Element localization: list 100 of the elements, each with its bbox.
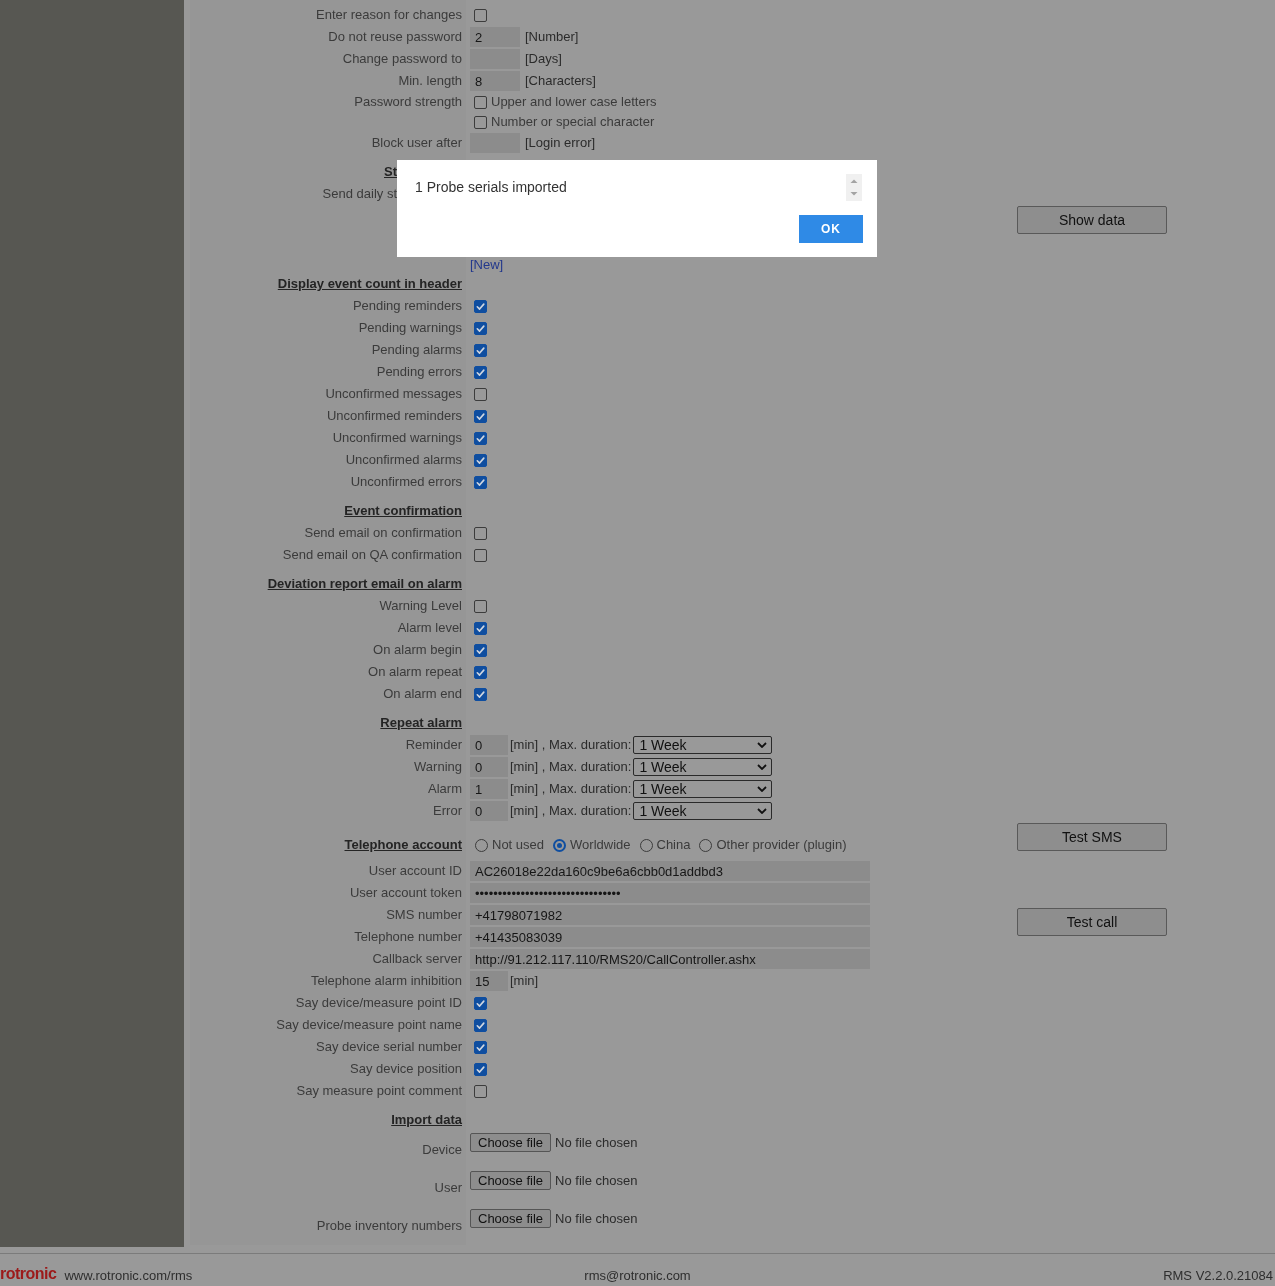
checkbox[interactable] — [474, 687, 487, 701]
checkbox[interactable] — [474, 321, 487, 335]
setting-label: Device — [422, 1142, 462, 1158]
text-field[interactable]: +41435083039 — [470, 927, 870, 947]
choose-file-button[interactable]: Choose file — [470, 1209, 552, 1228]
setting-label: Pending warnings — [358, 320, 462, 336]
checkbox[interactable] — [474, 526, 487, 540]
setting-label: Unconfirmed errors — [350, 474, 462, 490]
file-status-text: No file chosen — [555, 1172, 638, 1190]
duration-select[interactable]: 1 Week — [633, 736, 773, 754]
number-field[interactable]: 0 — [470, 801, 508, 821]
checkbox[interactable] — [474, 299, 487, 313]
section-heading: Import data — [391, 1112, 462, 1128]
checkbox[interactable] — [474, 548, 487, 562]
number-field[interactable]: 2 — [470, 27, 520, 47]
checkbox[interactable] — [474, 343, 487, 357]
setting-label: Reminder — [405, 737, 462, 753]
new-link[interactable]: [New] — [470, 257, 504, 273]
duration-select[interactable]: 1 Week — [633, 802, 773, 820]
text-field[interactable]: http://91.212.117.110/RMS20/CallController.ashx — [470, 949, 870, 969]
checkbox[interactable] — [474, 621, 487, 635]
number-field[interactable]: 8 — [470, 71, 520, 91]
checkbox[interactable] — [474, 431, 487, 445]
checkbox[interactable] — [474, 1018, 487, 1032]
checkbox[interactable] — [474, 1084, 487, 1098]
checkbox[interactable] — [474, 1040, 487, 1054]
option-label: Not used — [492, 837, 545, 853]
section-heading: Telephone account — [344, 837, 462, 853]
setting-label: Password strength — [354, 94, 462, 110]
section-heading: St — [384, 164, 397, 180]
checkbox[interactable] — [474, 996, 487, 1010]
unit-label: [min] , Max. duration: — [510, 803, 632, 819]
email-text: rms@rotronic.com — [584, 1267, 691, 1284]
setting-label: Probe inventory numbers — [316, 1218, 462, 1234]
setting-label: Pending errors — [376, 364, 462, 380]
setting-label: Pending reminders — [352, 298, 462, 314]
version-text: RMS V2.2.0.21084 — [1163, 1267, 1273, 1284]
checkbox[interactable] — [474, 1062, 487, 1076]
checkbox[interactable] — [474, 115, 487, 129]
setting-label: Block user after — [371, 135, 462, 151]
checkbox[interactable] — [474, 95, 487, 109]
setting-label: User account token — [350, 885, 462, 901]
option-label: Upper and lower case letters — [491, 94, 657, 110]
setting-label: On alarm begin — [373, 642, 462, 658]
setting-label: Callback server — [372, 951, 462, 967]
setting-label: Do not reuse password — [328, 29, 462, 45]
number-field[interactable]: 1 — [470, 779, 508, 799]
number-field[interactable]: 0 — [470, 735, 508, 755]
file-status-text: No file chosen — [555, 1210, 638, 1228]
setting-label: Telephone alarm inhibition — [310, 973, 462, 989]
checkbox[interactable] — [474, 8, 487, 22]
text-field[interactable]: AC26018e22da160c9be6a6cbb0d1addbd3 — [470, 861, 870, 881]
option-label: Other provider (plugin) — [716, 837, 847, 853]
duration-select[interactable]: 1 Week — [633, 780, 773, 798]
setting-label: Alarm level — [397, 620, 462, 636]
setting-label: Warning — [414, 759, 462, 775]
setting-label: Say device/measure point ID — [295, 995, 462, 1011]
choose-file-button[interactable]: Choose file — [470, 1171, 552, 1190]
duration-select[interactable]: 1 Week — [633, 758, 773, 776]
text-field[interactable]: •••••••••••••••••••••••••••••••• — [470, 883, 870, 903]
checkbox[interactable] — [474, 665, 487, 679]
number-field[interactable]: 0 — [470, 757, 508, 777]
checkbox[interactable] — [474, 643, 487, 657]
section-heading: Display event count in header — [277, 276, 462, 292]
checkbox[interactable] — [474, 409, 487, 423]
action-button[interactable]: Test SMS — [1017, 823, 1167, 851]
action-button[interactable]: Show data — [1017, 206, 1167, 234]
option-label: Number or special character — [491, 114, 655, 130]
radio-button[interactable] — [553, 838, 567, 852]
setting-label: Send email on confirmation — [304, 525, 462, 541]
unit-label: [Login error] — [525, 135, 596, 151]
unit-label: [min] — [510, 973, 539, 989]
setting-label: Warning Level — [379, 598, 462, 614]
setting-label: Send daily st — [322, 186, 397, 202]
unit-label: [min] , Max. duration: — [510, 781, 632, 797]
checkbox[interactable] — [474, 475, 487, 489]
unit-label: [min] , Max. duration: — [510, 759, 632, 775]
checkbox[interactable] — [474, 599, 487, 613]
setting-label: Enter reason for changes — [316, 7, 462, 23]
number-field[interactable]: 15 — [470, 971, 508, 991]
dialog-message: 1 Probe serials imported — [415, 178, 567, 196]
option-label: Worldwide — [570, 837, 631, 853]
chevron-down-icon — [757, 742, 768, 748]
setting-label: Unconfirmed warnings — [332, 430, 462, 446]
chevron-down-icon — [757, 808, 768, 814]
ok-button[interactable]: OK — [799, 215, 863, 243]
checkbox[interactable] — [474, 387, 487, 401]
setting-label: Unconfirmed reminders — [326, 408, 462, 424]
unit-label: [Number] — [525, 29, 579, 45]
scroll-arrows-icon — [846, 174, 862, 201]
checkbox[interactable] — [474, 365, 487, 379]
unit-label: [min] , Max. duration: — [510, 737, 632, 753]
website-text: www.rotronic.com/rms — [64, 1267, 193, 1284]
checkbox[interactable] — [474, 453, 487, 467]
choose-file-button[interactable]: Choose file — [470, 1133, 552, 1152]
text-field[interactable]: +41798071982 — [470, 905, 870, 925]
setting-label: Unconfirmed alarms — [345, 452, 462, 468]
action-button[interactable]: Test call — [1017, 908, 1167, 936]
unit-label: [Characters] — [525, 73, 596, 89]
setting-label: Change password to — [342, 51, 462, 67]
